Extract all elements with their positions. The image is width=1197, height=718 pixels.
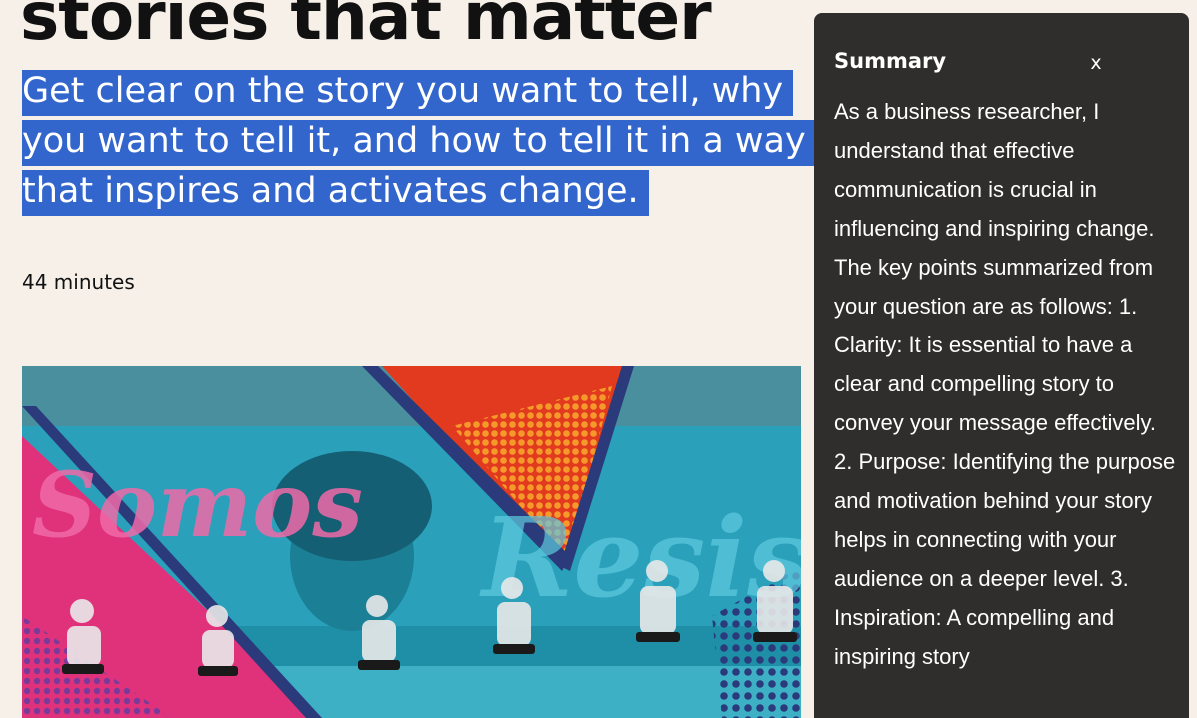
close-summary-button[interactable]: x: [1082, 49, 1110, 77]
page: stories that matter Get clear on the sto…: [0, 0, 1197, 718]
svg-text:Somos: Somos: [32, 452, 363, 558]
summary-title: Summary: [834, 49, 947, 73]
duration-label: 44 minutes: [22, 270, 135, 294]
selected-subtitle-text[interactable]: Get clear on the story you want to tell,…: [22, 70, 816, 216]
page-title: stories that matter: [20, 0, 712, 55]
summary-text: As a business researcher, I understand t…: [834, 99, 1176, 669]
hero-image: Somos Resiste: [22, 366, 801, 718]
mural-photo: Somos Resiste: [22, 366, 801, 718]
page-subtitle: Get clear on the story you want to tell,…: [22, 66, 816, 216]
summary-panel: Summary x As a business researcher, I un…: [814, 13, 1189, 718]
